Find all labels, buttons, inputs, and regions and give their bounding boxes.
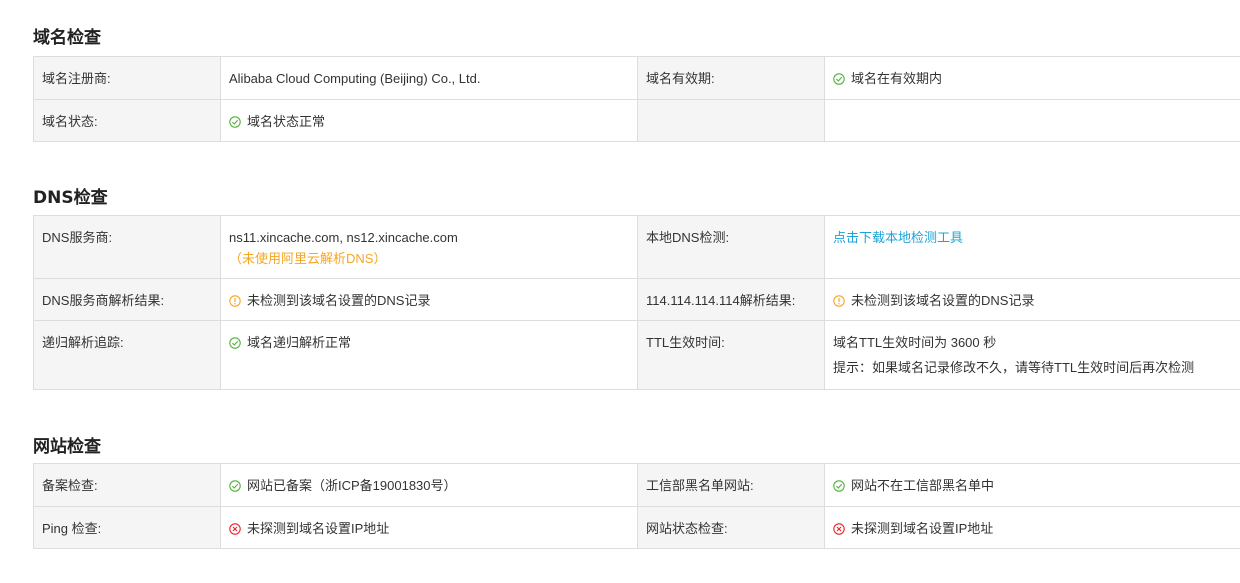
public-result-label: 114.114.114.114解析结果: [637, 278, 825, 321]
table-row: 域名注册商: Alibaba Cloud Computing (Beijing)… [33, 56, 1240, 100]
site-status-value: 未探测到域名设置IP地址 [851, 521, 994, 536]
dns-provider-value: ns11.xincache.com, ns12.xincache.com [229, 230, 458, 245]
download-tool-link[interactable]: 点击下载本地检测工具 [833, 230, 963, 245]
table-row: Ping 检查: 未探测到域名设置IP地址 网站状态检查: 未探测到域名设置IP… [33, 506, 1240, 549]
table-row: 域名状态: 域名状态正常 [33, 99, 1240, 142]
empty-value-cell [824, 99, 1240, 142]
ttl-cell: 域名TTL生效时间为 3600 秒 提示：如果域名记录修改不久，请等待TTL生效… [824, 320, 1240, 390]
validity-cell: 域名在有效期内 [824, 56, 1240, 100]
check-circle-icon [229, 337, 241, 349]
local-dns-cell: 点击下载本地检测工具 [824, 215, 1240, 279]
status-label: 域名状态: [33, 99, 221, 142]
table-row: 递归解析追踪: 域名递归解析正常 TTL生效时间: 域名TTL生效时间为 360… [33, 320, 1240, 390]
public-result-value: 未检测到该域名设置的DNS记录 [851, 293, 1035, 308]
provider-result-cell: 未检测到该域名设置的DNS记录 [220, 278, 638, 321]
ttl-hint: 提示：如果域名记录修改不久，请等待TTL生效时间后再次检测 [833, 360, 1195, 375]
blacklist-cell: 网站不在工信部黑名单中 [824, 463, 1240, 507]
recursive-cell: 域名递归解析正常 [220, 320, 638, 390]
ping-label: Ping 检查: [33, 506, 221, 549]
site-check-title: 网站检查 [33, 437, 101, 457]
local-dns-label: 本地DNS检测: [637, 215, 825, 279]
dns-provider-label: DNS服务商: [33, 215, 221, 279]
check-circle-icon [833, 480, 845, 492]
site-status-cell: 未探测到域名设置IP地址 [824, 506, 1240, 549]
public-result-cell: 未检测到该域名设置的DNS记录 [824, 278, 1240, 321]
error-circle-icon [229, 523, 241, 535]
table-row: 备案检查: 网站已备案（浙ICP备19001830号） 工信部黑名单网站: 网站… [33, 463, 1240, 507]
validity-label: 域名有效期: [637, 56, 825, 100]
icp-value: 网站已备案（浙ICP备19001830号） [247, 478, 457, 493]
domain-check-table: 域名注册商: Alibaba Cloud Computing (Beijing)… [33, 56, 1240, 142]
validity-value: 域名在有效期内 [851, 71, 943, 86]
ttl-label: TTL生效时间: [637, 320, 825, 390]
domain-check-title: 域名检查 [33, 28, 101, 48]
error-circle-icon [833, 523, 845, 535]
blacklist-label: 工信部黑名单网站: [637, 463, 825, 507]
recursive-label: 递归解析追踪: [33, 320, 221, 390]
provider-result-value: 未检测到该域名设置的DNS记录 [247, 293, 431, 308]
check-circle-icon [833, 73, 845, 85]
dns-check-table: DNS服务商: ns11.xincache.com, ns12.xincache… [33, 215, 1240, 390]
dns-provider-cell: ns11.xincache.com, ns12.xincache.com （未使… [220, 215, 638, 279]
ping-value: 未探测到域名设置IP地址 [247, 521, 390, 536]
status-value: 域名状态正常 [247, 114, 326, 129]
site-check-table: 备案检查: 网站已备案（浙ICP备19001830号） 工信部黑名单网站: 网站… [33, 463, 1240, 549]
empty-label-cell [637, 99, 825, 142]
ttl-value: 域名TTL生效时间为 3600 秒 [833, 335, 997, 350]
recursive-value: 域名递归解析正常 [247, 335, 352, 350]
ping-cell: 未探测到域名设置IP地址 [220, 506, 638, 549]
blacklist-value: 网站不在工信部黑名单中 [851, 478, 995, 493]
site-status-label: 网站状态检查: [637, 506, 825, 549]
check-circle-icon [229, 480, 241, 492]
status-cell: 域名状态正常 [220, 99, 638, 142]
dns-provider-note: （未使用阿里云解析DNS） [229, 251, 387, 266]
icp-label: 备案检查: [33, 463, 221, 507]
check-circle-icon [229, 116, 241, 128]
registrar-label: 域名注册商: [33, 56, 221, 100]
dns-check-title: DNS检查 [33, 188, 108, 208]
warning-circle-icon [833, 295, 845, 307]
icp-cell: 网站已备案（浙ICP备19001830号） [220, 463, 638, 507]
table-row: DNS服务商: ns11.xincache.com, ns12.xincache… [33, 215, 1240, 279]
registrar-value: Alibaba Cloud Computing (Beijing) Co., L… [220, 56, 638, 100]
table-row: DNS服务商解析结果: 未检测到该域名设置的DNS记录 114.114.114.… [33, 278, 1240, 321]
warning-circle-icon [229, 295, 241, 307]
provider-result-label: DNS服务商解析结果: [33, 278, 221, 321]
